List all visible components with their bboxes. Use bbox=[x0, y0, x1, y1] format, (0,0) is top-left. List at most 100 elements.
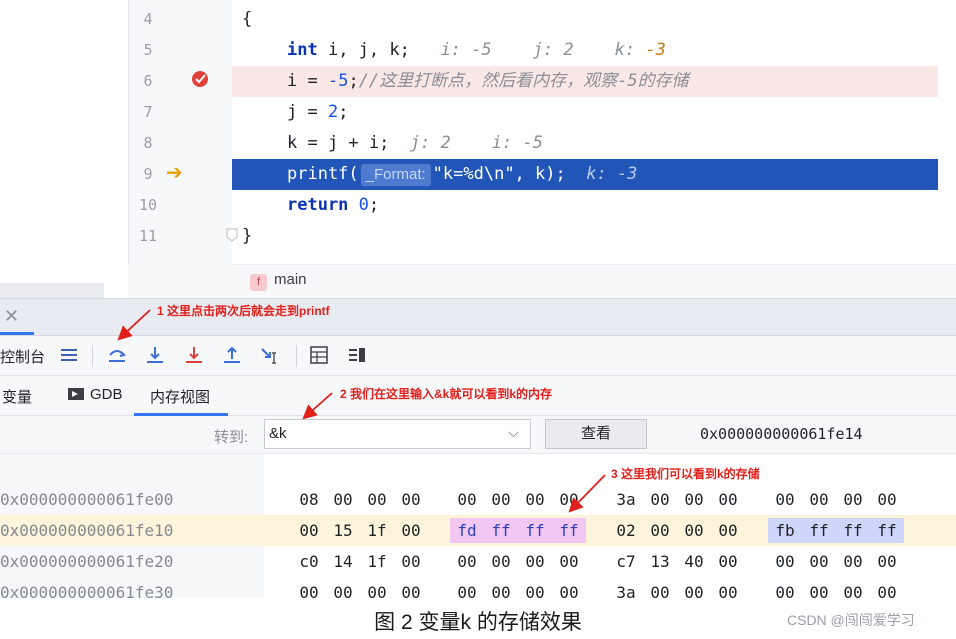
memory-byte[interactable]: 08 bbox=[298, 487, 320, 512]
tab-variables[interactable]: 变量 bbox=[2, 386, 32, 407]
memory-byte[interactable]: 00 bbox=[808, 487, 830, 512]
evaluate-expression-icon[interactable] bbox=[308, 344, 330, 366]
memory-byte[interactable]: 00 bbox=[649, 580, 671, 605]
memory-byte[interactable]: c0 bbox=[298, 549, 320, 574]
memory-byte[interactable]: 00 bbox=[400, 487, 422, 512]
memory-byte[interactable]: 00 bbox=[717, 580, 739, 605]
tab-gdb[interactable]: GDB bbox=[68, 386, 123, 403]
view-button[interactable]: 查看 bbox=[545, 419, 647, 449]
memory-byte[interactable]: fb bbox=[768, 518, 802, 543]
toolbar-separator bbox=[296, 345, 297, 367]
layout-list-icon[interactable] bbox=[58, 344, 80, 366]
line-number: 10 bbox=[138, 196, 158, 214]
memory-byte[interactable]: 00 bbox=[808, 549, 830, 574]
run-to-cursor-icon[interactable] bbox=[259, 344, 281, 366]
step-into-icon[interactable] bbox=[144, 344, 166, 366]
memory-byte[interactable]: 00 bbox=[332, 487, 354, 512]
memory-byte[interactable]: 00 bbox=[490, 487, 512, 512]
tab-memory-view[interactable]: 内存视图 bbox=[150, 386, 210, 407]
breakpoint-icon[interactable] bbox=[190, 69, 210, 89]
memory-byte[interactable]: 00 bbox=[717, 549, 739, 574]
memory-byte[interactable]: 00 bbox=[490, 580, 512, 605]
memory-byte[interactable]: 15 bbox=[332, 518, 354, 543]
layout-columns-icon[interactable] bbox=[346, 344, 368, 366]
memory-byte[interactable]: 00 bbox=[298, 580, 320, 605]
memory-byte[interactable]: 00 bbox=[842, 487, 864, 512]
chevron-down-icon[interactable]: ⌵ bbox=[508, 424, 519, 441]
memory-row[interactable]: 0x000000000061fe00 08 00 00 00 00 00 00 00 3a 00 00… bbox=[0, 484, 956, 515]
memory-byte[interactable]: 00 bbox=[456, 580, 478, 605]
memory-byte[interactable]: 00 bbox=[876, 487, 898, 512]
code-line-7: j = 2; bbox=[287, 102, 349, 122]
memory-byte[interactable]: 00 bbox=[400, 580, 422, 605]
memory-byte[interactable]: 02 bbox=[615, 518, 637, 543]
annotation-2: 2 我们在这里输入&k就可以看到k的内存 bbox=[340, 387, 553, 401]
memory-row-address: 0x000000000061fe30 bbox=[0, 583, 174, 602]
memory-byte[interactable]: 3a bbox=[615, 580, 637, 605]
memory-row[interactable]: 0x000000000061fe20 c0 14 1f 00 00 00 00 00 c7 13 40… bbox=[0, 546, 956, 577]
memory-byte[interactable]: 00 bbox=[683, 518, 705, 543]
step-over-icon[interactable] bbox=[106, 344, 128, 366]
code-comment: //这里打断点，然后看内存，观察-5的存储 bbox=[358, 71, 689, 91]
memory-byte[interactable]: ff bbox=[484, 518, 518, 543]
memory-byte[interactable]: ff bbox=[802, 518, 836, 543]
memory-byte[interactable]: 00 bbox=[524, 487, 546, 512]
memory-byte[interactable]: c7 bbox=[615, 549, 637, 574]
memory-byte[interactable]: 00 bbox=[524, 549, 546, 574]
line-number: 7 bbox=[143, 103, 153, 121]
memory-byte[interactable]: 13 bbox=[649, 549, 671, 574]
memory-byte[interactable]: 00 bbox=[456, 549, 478, 574]
memory-byte[interactable]: 1f bbox=[366, 518, 388, 543]
watermark: CSDN @闯闯爱学习 bbox=[787, 612, 915, 628]
memory-byte[interactable]: 00 bbox=[366, 487, 388, 512]
memory-byte[interactable]: 00 bbox=[400, 518, 422, 543]
fold-marker-icon[interactable] bbox=[225, 227, 239, 243]
memory-byte[interactable]: 00 bbox=[717, 518, 739, 543]
code-line-9: printf(_Format: "k=%d\n", k); k: -3 bbox=[287, 164, 638, 186]
memory-byte[interactable]: 00 bbox=[490, 549, 512, 574]
memory-byte[interactable]: 00 bbox=[332, 580, 354, 605]
memory-byte[interactable]: 00 bbox=[876, 580, 898, 605]
memory-byte[interactable]: fd bbox=[450, 518, 484, 543]
goto-address-input[interactable]: &k bbox=[264, 419, 531, 449]
memory-byte[interactable]: 1f bbox=[366, 549, 388, 574]
close-icon[interactable]: ✕ bbox=[4, 306, 19, 327]
memory-byte[interactable]: 00 bbox=[683, 487, 705, 512]
memory-byte[interactable]: 00 bbox=[524, 580, 546, 605]
memory-byte[interactable]: ff bbox=[870, 518, 904, 543]
code-line-8: k = j + i; j: 2 i: -5 bbox=[287, 133, 543, 153]
memory-byte[interactable]: 00 bbox=[558, 580, 580, 605]
memory-byte[interactable]: 00 bbox=[558, 487, 580, 512]
memory-byte[interactable]: 00 bbox=[876, 549, 898, 574]
tab-console[interactable]: 控制台 bbox=[0, 346, 45, 367]
memory-byte[interactable]: ff bbox=[836, 518, 870, 543]
memory-byte[interactable]: 00 bbox=[774, 487, 796, 512]
breadcrumb-function-main[interactable]: main bbox=[274, 271, 307, 288]
memory-byte[interactable]: 00 bbox=[842, 549, 864, 574]
line-number: 6 bbox=[143, 72, 153, 90]
memory-byte[interactable]: 3a bbox=[615, 487, 637, 512]
memory-row[interactable]: 0x000000000061fe30 00 00 00 00 00 00 00 00 3a 00 00… bbox=[0, 577, 956, 608]
memory-byte[interactable]: 14 bbox=[332, 549, 354, 574]
memory-byte[interactable]: 00 bbox=[298, 518, 320, 543]
step-out-icon[interactable] bbox=[221, 344, 243, 366]
memory-byte[interactable]: 00 bbox=[366, 580, 388, 605]
memory-byte[interactable]: ff bbox=[552, 518, 586, 543]
memory-byte[interactable]: 40 bbox=[683, 549, 705, 574]
memory-byte[interactable]: 00 bbox=[400, 549, 422, 574]
memory-byte[interactable]: 00 bbox=[683, 580, 705, 605]
memory-row[interactable]: 0x000000000061fe10 00 15 1f 00 fd ff ff ff 02 00 00… bbox=[0, 515, 956, 546]
memory-byte[interactable]: 00 bbox=[717, 487, 739, 512]
memory-view[interactable]: 0x000000000061fe00 08 00 00 00 00 00 00 00 3a 00 00… bbox=[0, 454, 956, 602]
memory-byte[interactable]: 00 bbox=[649, 487, 671, 512]
memory-byte[interactable]: 00 bbox=[774, 580, 796, 605]
memory-byte[interactable]: 00 bbox=[808, 580, 830, 605]
memory-byte[interactable]: 00 bbox=[558, 549, 580, 574]
memory-byte[interactable]: 00 bbox=[456, 487, 478, 512]
memory-byte[interactable]: 00 bbox=[649, 518, 671, 543]
memory-byte[interactable]: ff bbox=[518, 518, 552, 543]
memory-row-address: 0x000000000061fe00 bbox=[0, 490, 174, 509]
memory-byte[interactable]: 00 bbox=[774, 549, 796, 574]
memory-byte[interactable]: 00 bbox=[842, 580, 864, 605]
force-step-into-icon[interactable] bbox=[183, 344, 205, 366]
